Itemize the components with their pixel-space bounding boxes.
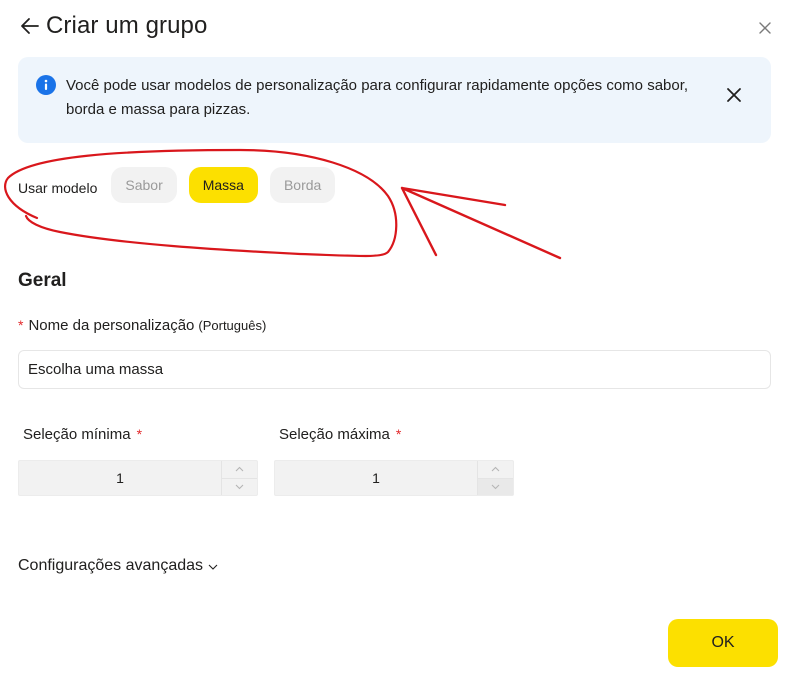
template-chip-borda[interactable]: Borda [269, 167, 336, 203]
name-field-label-text: Nome da personalização [28, 317, 195, 334]
ok-button[interactable]: OK [668, 619, 778, 667]
required-mark: * [395, 426, 402, 442]
back-button[interactable] [18, 14, 42, 38]
chevron-down-icon [491, 484, 500, 490]
section-title-general: Geral [18, 270, 67, 291]
chevron-down-icon [235, 484, 244, 490]
max-selection-label-text: Seleção máxima [279, 426, 390, 443]
increment-button[interactable] [222, 461, 257, 478]
min-selection-value[interactable]: 1 [19, 461, 221, 495]
modal-header: Criar um grupo [18, 10, 207, 42]
chevron-up-icon [491, 466, 500, 472]
increment-button[interactable] [478, 461, 513, 478]
decrement-button[interactable] [222, 477, 257, 496]
min-selection-stepper[interactable]: 1 [18, 460, 258, 496]
page-title: Criar um grupo [46, 12, 208, 39]
template-chip-massa[interactable]: Massa [188, 167, 258, 203]
close-icon [727, 88, 741, 102]
arrow-left-icon [21, 18, 39, 34]
annotation-circle [3, 148, 398, 258]
required-mark: * [18, 317, 24, 333]
chevron-down-icon [208, 564, 218, 570]
name-field-label: * Nome da personalização (Português) [18, 317, 266, 334]
advanced-settings-label: Configurações avançadas [18, 557, 204, 574]
template-label: Usar modelo [18, 180, 98, 196]
min-selection-label: Seleção mínima * [23, 426, 142, 443]
template-selector: Usar modelo Sabor Massa Borda [18, 167, 347, 203]
stepper-arrows [221, 461, 257, 495]
info-icon [36, 75, 56, 95]
banner-close-button[interactable] [722, 83, 746, 107]
stepper-arrows [477, 461, 513, 495]
max-selection-label: Seleção máxima * [279, 426, 401, 443]
template-chip-sabor[interactable]: Sabor [111, 167, 177, 203]
advanced-settings-toggle[interactable]: Configurações avançadas [18, 557, 218, 575]
info-banner: Você pode usar modelos de personalização… [18, 57, 771, 143]
language-note: (Português) [198, 318, 267, 333]
close-modal-button[interactable] [755, 18, 775, 38]
max-selection-stepper[interactable]: 1 [274, 460, 514, 496]
info-banner-text: Você pode usar modelos de personalização… [66, 77, 689, 118]
customization-name-input[interactable]: Escolha uma massa [18, 350, 771, 389]
max-selection-value[interactable]: 1 [275, 461, 477, 495]
close-icon [759, 22, 771, 34]
decrement-button[interactable] [478, 477, 513, 495]
chevron-up-icon [235, 466, 244, 472]
annotation-arrow [400, 186, 562, 260]
min-selection-label-text: Seleção mínima [23, 426, 131, 443]
required-mark: * [136, 426, 143, 442]
